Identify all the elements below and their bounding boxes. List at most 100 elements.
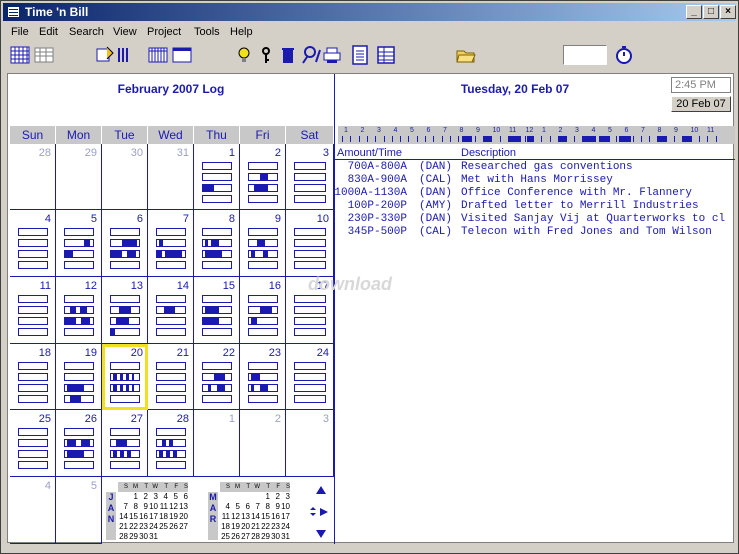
mini-day[interactable]: 19 xyxy=(168,512,178,522)
day-cell[interactable]: 5 xyxy=(56,210,102,277)
menu-tools[interactable]: Tools xyxy=(194,26,220,38)
menu-view[interactable]: View xyxy=(113,26,137,38)
day-cell[interactable]: 19 xyxy=(56,344,102,410)
day-cell[interactable]: 3 xyxy=(286,410,334,477)
mini-day[interactable] xyxy=(230,492,240,502)
mini-day[interactable]: 22 xyxy=(260,522,270,532)
notes-icon[interactable] xyxy=(349,44,371,66)
mini-day[interactable]: 2 xyxy=(270,492,280,502)
mini-day[interactable]: 28 xyxy=(250,532,260,542)
mini-day[interactable]: 8 xyxy=(128,502,138,512)
mini-day[interactable]: 29 xyxy=(128,532,138,542)
mini-day[interactable]: 18 xyxy=(158,512,168,522)
entry-row[interactable]: 230P-330P (DAN) Visited Sanjay Vij at Quar… xyxy=(335,213,735,226)
grid-view-icon[interactable] xyxy=(9,44,31,66)
day-cell[interactable]: 12 xyxy=(56,277,102,344)
columns-icon[interactable] xyxy=(115,44,137,66)
day-cell[interactable]: 2 xyxy=(240,410,286,477)
app-icon[interactable] xyxy=(7,6,20,18)
day-cell[interactable]: 15 xyxy=(194,277,240,344)
mini-day[interactable]: 21 xyxy=(118,522,128,532)
mini-day[interactable]: 8 xyxy=(260,502,270,512)
mini-day[interactable]: 14 xyxy=(250,512,260,522)
day-cell[interactable]: 9 xyxy=(240,210,286,277)
day-cell[interactable]: 14 xyxy=(148,277,194,344)
prev-month-arrow-icon[interactable] xyxy=(316,486,326,494)
printer-icon[interactable] xyxy=(321,44,343,66)
mini-day[interactable]: 26 xyxy=(168,522,178,532)
day-cell[interactable]: 18 xyxy=(10,344,56,410)
week-view-icon[interactable] xyxy=(147,44,169,66)
entry-row[interactable]: 1000A-1130A (DAN) Office Conference with M… xyxy=(335,187,735,200)
day-cell[interactable]: 11 xyxy=(10,277,56,344)
list-view-icon[interactable] xyxy=(33,44,55,66)
mini-day[interactable] xyxy=(220,492,230,502)
day-cell[interactable]: 13 xyxy=(102,277,148,344)
menu-file[interactable]: File xyxy=(11,26,29,38)
mini-day[interactable]: 20 xyxy=(178,512,188,522)
day-cell[interactable]: 22 xyxy=(194,344,240,410)
title-bar[interactable]: Time 'n Bill _ □ × xyxy=(3,3,736,21)
mini-day[interactable]: 5 xyxy=(168,492,178,502)
description-column-header[interactable]: Description xyxy=(461,147,516,159)
mini-day[interactable]: 15 xyxy=(260,512,270,522)
entry-row[interactable]: 100P-200P (AMY) Drafted letter to Merrill … xyxy=(335,200,735,213)
maximize-button[interactable]: □ xyxy=(703,5,719,19)
mini-day[interactable]: 11 xyxy=(158,502,168,512)
amount-time-column-header[interactable]: Amount/Time xyxy=(337,147,402,159)
mini-day[interactable]: 30 xyxy=(270,532,280,542)
mini-day[interactable]: 25 xyxy=(158,522,168,532)
mini-day[interactable]: 27 xyxy=(178,522,188,532)
next-day-arrow-icon[interactable] xyxy=(320,508,328,516)
mini-day[interactable]: 10 xyxy=(280,502,290,512)
mini-day[interactable]: 12 xyxy=(168,502,178,512)
mini-day[interactable]: 14 xyxy=(118,512,128,522)
mini-day[interactable]: 9 xyxy=(270,502,280,512)
mini-day[interactable]: 24 xyxy=(280,522,290,532)
day-cell[interactable]: 3 xyxy=(286,144,334,210)
mini-day[interactable]: 5 xyxy=(230,502,240,512)
mini-day[interactable] xyxy=(178,532,188,542)
day-cell[interactable]: 7 xyxy=(148,210,194,277)
day-cell[interactable]: 5 xyxy=(56,477,102,544)
day-cell[interactable]: 23 xyxy=(240,344,286,410)
day-cell[interactable]: 4 xyxy=(10,210,56,277)
mini-day[interactable]: 6 xyxy=(178,492,188,502)
mini-day[interactable]: 28 xyxy=(118,532,128,542)
day-cell[interactable]: 25 xyxy=(10,410,56,477)
day-cell[interactable]: 31 xyxy=(148,144,194,210)
next-month-arrow-icon[interactable] xyxy=(316,530,326,538)
mini-day[interactable] xyxy=(168,532,178,542)
search-icon[interactable] xyxy=(301,44,323,66)
stopwatch-icon[interactable] xyxy=(613,44,635,66)
day-cell[interactable]: 16 xyxy=(240,277,286,344)
mini-day[interactable]: 17 xyxy=(148,512,158,522)
day-cell[interactable]: 2 xyxy=(240,144,286,210)
day-cell[interactable]: 10 xyxy=(286,210,334,277)
mini-day[interactable]: 31 xyxy=(280,532,290,542)
mini-day[interactable]: 10 xyxy=(148,502,158,512)
mini-day[interactable]: 27 xyxy=(240,532,250,542)
mini-day[interactable]: 23 xyxy=(270,522,280,532)
close-button[interactable]: × xyxy=(720,5,736,19)
day-cell[interactable]: 26 xyxy=(56,410,102,477)
report-icon[interactable] xyxy=(375,44,397,66)
day-cell[interactable]: 1 xyxy=(194,410,240,477)
minimize-button[interactable]: _ xyxy=(686,5,702,19)
day-cell[interactable]: 4 xyxy=(10,477,56,544)
mini-day[interactable]: 1 xyxy=(260,492,270,502)
mini-day[interactable] xyxy=(118,492,128,502)
day-cell[interactable]: 24 xyxy=(286,344,334,410)
menu-project[interactable]: Project xyxy=(147,26,181,38)
folder-open-icon[interactable] xyxy=(455,44,477,66)
mini-day[interactable]: 24 xyxy=(148,522,158,532)
mini-day[interactable] xyxy=(240,492,250,502)
entry-row[interactable]: 345P-500P (CAL) Telecon with Fred Jones an… xyxy=(335,226,735,239)
scroll-down-icon[interactable] xyxy=(310,513,316,516)
day-cell[interactable]: 30 xyxy=(102,144,148,210)
mini-day[interactable]: 16 xyxy=(270,512,280,522)
mini-day[interactable]: 3 xyxy=(148,492,158,502)
mini-day[interactable]: 4 xyxy=(158,492,168,502)
calendar-edit-icon[interactable] xyxy=(95,44,117,66)
mini-day[interactable]: 25 xyxy=(220,532,230,542)
